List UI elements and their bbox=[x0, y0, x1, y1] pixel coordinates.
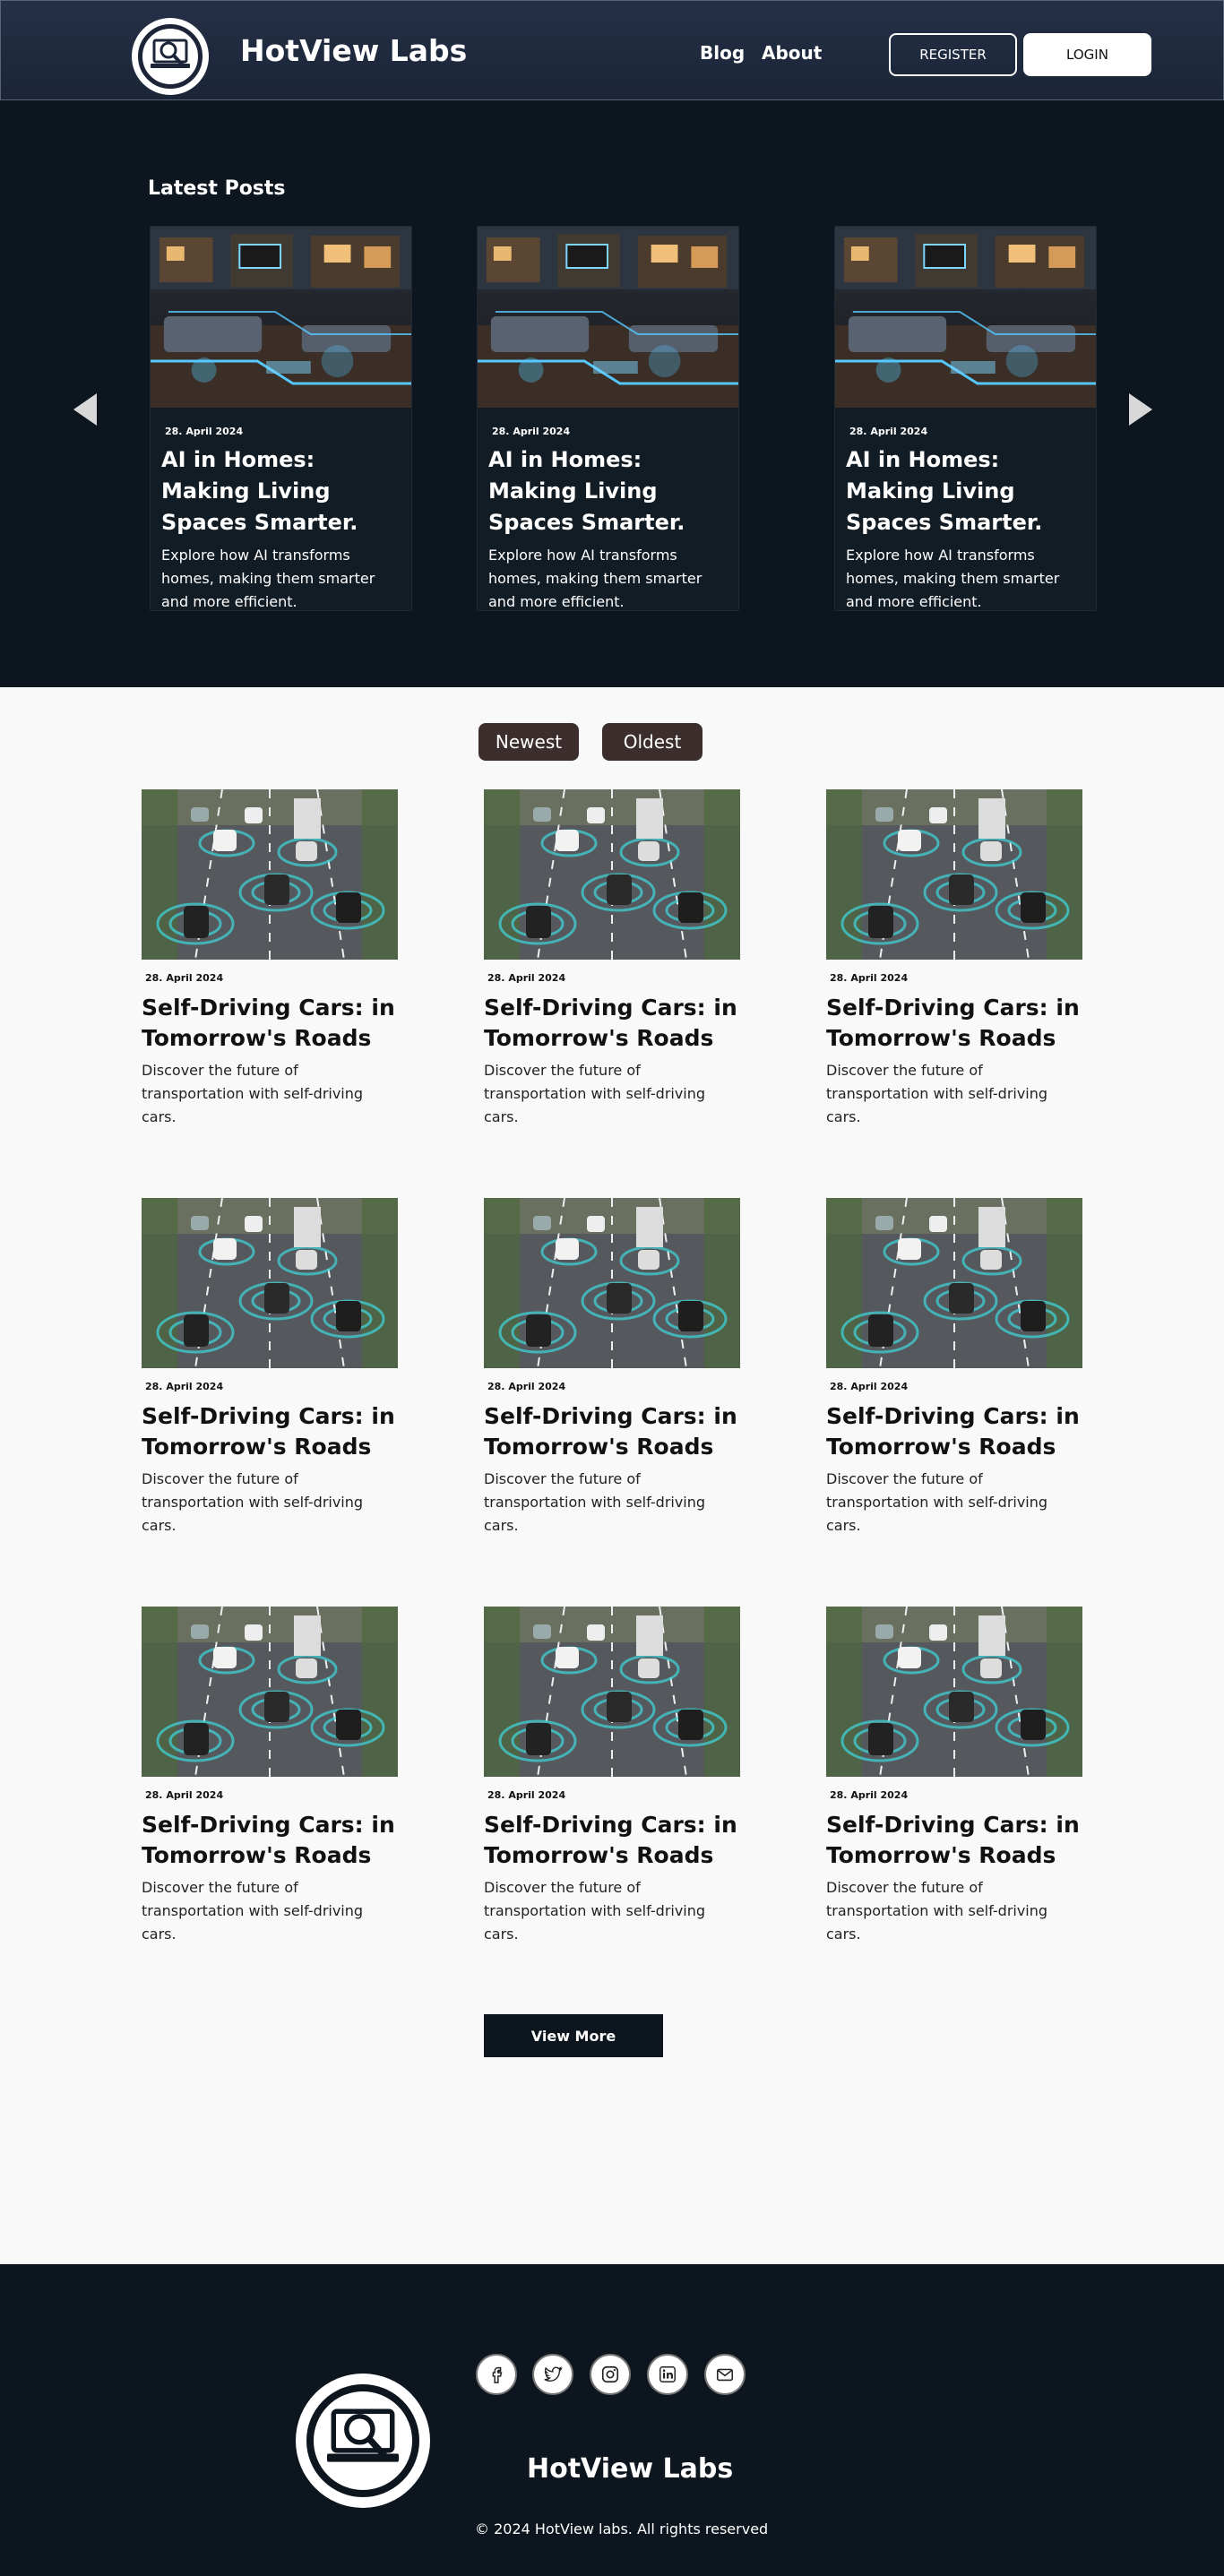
post-card[interactable]: 28. April 2024 Self-Driving Cars: in Tom… bbox=[484, 789, 740, 1129]
self-driving-cars-image bbox=[484, 1198, 740, 1368]
post-title[interactable]: Self-Driving Cars: in Tomorrow's Roads bbox=[142, 1810, 398, 1871]
self-driving-cars-image bbox=[826, 1607, 1082, 1777]
site-header: HotView Labs Blog About REGISTER LOGIN bbox=[0, 0, 1224, 100]
post-description: Discover the future of transportation wi… bbox=[484, 1062, 706, 1125]
posts-section: Newest Oldest 28. April 2024 Self-Drivin… bbox=[0, 687, 1224, 2264]
post-title[interactable]: Self-Driving Cars: in Tomorrow's Roads bbox=[484, 1401, 740, 1462]
post-title[interactable]: Self-Driving Cars: in Tomorrow's Roads bbox=[142, 1401, 398, 1462]
post-date: 28. April 2024 bbox=[830, 972, 909, 984]
post-card[interactable]: 28. April 2024 Self-Driving Cars: in Tom… bbox=[826, 1607, 1082, 1946]
post-card[interactable]: 28. April 2024 Self-Driving Cars: in Tom… bbox=[142, 1607, 398, 1946]
carousel-prev-icon[interactable] bbox=[73, 393, 97, 426]
self-driving-cars-image bbox=[142, 789, 398, 960]
oldest-button[interactable]: Oldest bbox=[602, 723, 703, 761]
post-description: Discover the future of transportation wi… bbox=[142, 1062, 364, 1125]
post-description: Explore how AI transforms homes, making … bbox=[846, 547, 1060, 610]
carousel-next-icon[interactable] bbox=[1129, 393, 1152, 426]
post-date: 28. April 2024 bbox=[145, 1381, 224, 1392]
register-button[interactable]: REGISTER bbox=[889, 33, 1017, 76]
post-description: Explore how AI transforms homes, making … bbox=[161, 547, 375, 610]
self-driving-cars-image bbox=[826, 789, 1082, 960]
post-date: 28. April 2024 bbox=[830, 1789, 909, 1801]
post-card[interactable]: 28. April 2024 Self-Driving Cars: in Tom… bbox=[484, 1607, 740, 1946]
copyright-text: © 2024 HotView labs. All rights reserved bbox=[475, 2520, 769, 2537]
twitter-icon[interactable] bbox=[532, 2354, 573, 2395]
login-button[interactable]: LOGIN bbox=[1023, 33, 1151, 76]
self-driving-cars-image bbox=[142, 1198, 398, 1368]
latest-posts-section: Latest Posts 28. April 2024 AI in Homes:… bbox=[0, 100, 1224, 687]
post-title[interactable]: AI in Homes: Making Living Spaces Smarte… bbox=[488, 444, 729, 538]
site-footer: HotView Labs © 2024 HotView labs. All ri… bbox=[0, 2264, 1224, 2576]
latest-post-card[interactable]: 28. April 2024 AI in Homes: Making Livin… bbox=[150, 226, 412, 611]
post-description: Discover the future of transportation wi… bbox=[484, 1879, 706, 1943]
brand-name: HotView Labs bbox=[240, 33, 468, 68]
post-date: 28. April 2024 bbox=[165, 426, 244, 437]
post-description: Discover the future of transportation wi… bbox=[826, 1879, 1048, 1943]
post-description: Discover the future of transportation wi… bbox=[826, 1470, 1048, 1534]
mail-icon[interactable] bbox=[704, 2354, 746, 2395]
post-description: Explore how AI transforms homes, making … bbox=[488, 547, 703, 610]
post-description: Discover the future of transportation wi… bbox=[142, 1879, 364, 1943]
post-card[interactable]: 28. April 2024 Self-Driving Cars: in Tom… bbox=[484, 1198, 740, 1538]
post-date: 28. April 2024 bbox=[492, 426, 571, 437]
latest-post-card[interactable]: 28. April 2024 AI in Homes: Making Livin… bbox=[477, 226, 739, 611]
post-title[interactable]: AI in Homes: Making Living Spaces Smarte… bbox=[846, 444, 1087, 538]
post-card[interactable]: 28. April 2024 Self-Driving Cars: in Tom… bbox=[142, 1198, 398, 1538]
post-card[interactable]: 28. April 2024 Self-Driving Cars: in Tom… bbox=[826, 1198, 1082, 1538]
section-title: Latest Posts bbox=[148, 177, 286, 200]
post-title[interactable]: Self-Driving Cars: in Tomorrow's Roads bbox=[826, 1810, 1082, 1871]
post-card[interactable]: 28. April 2024 Self-Driving Cars: in Tom… bbox=[826, 789, 1082, 1129]
nav-blog[interactable]: Blog bbox=[700, 42, 745, 64]
post-card[interactable]: 28. April 2024 Self-Driving Cars: in Tom… bbox=[142, 789, 398, 1129]
post-title[interactable]: Self-Driving Cars: in Tomorrow's Roads bbox=[484, 993, 740, 1054]
post-date: 28. April 2024 bbox=[487, 1789, 566, 1801]
post-title[interactable]: Self-Driving Cars: in Tomorrow's Roads bbox=[826, 1401, 1082, 1462]
post-title[interactable]: Self-Driving Cars: in Tomorrow's Roads bbox=[142, 993, 398, 1054]
smart-home-image bbox=[478, 227, 738, 408]
smart-home-image bbox=[835, 227, 1096, 408]
logo[interactable] bbox=[132, 18, 209, 95]
facebook-icon[interactable] bbox=[476, 2354, 517, 2395]
post-date: 28. April 2024 bbox=[849, 426, 928, 437]
post-date: 28. April 2024 bbox=[145, 1789, 224, 1801]
post-description: Discover the future of transportation wi… bbox=[484, 1470, 706, 1534]
post-title[interactable]: Self-Driving Cars: in Tomorrow's Roads bbox=[484, 1810, 740, 1871]
laptop-magnifier-icon bbox=[138, 24, 203, 89]
footer-logo bbox=[296, 2374, 430, 2508]
smart-home-image bbox=[151, 227, 411, 408]
self-driving-cars-image bbox=[484, 789, 740, 960]
self-driving-cars-image bbox=[142, 1607, 398, 1777]
laptop-magnifier-icon bbox=[306, 2384, 419, 2497]
post-date: 28. April 2024 bbox=[487, 1381, 566, 1392]
nav-about[interactable]: About bbox=[762, 42, 822, 64]
post-date: 28. April 2024 bbox=[145, 972, 224, 984]
footer-brand: HotView Labs bbox=[527, 2453, 734, 2485]
post-description: Discover the future of transportation wi… bbox=[826, 1062, 1048, 1125]
linkedin-icon[interactable] bbox=[647, 2354, 688, 2395]
self-driving-cars-image bbox=[826, 1198, 1082, 1368]
post-date: 28. April 2024 bbox=[830, 1381, 909, 1392]
view-more-button[interactable]: View More bbox=[484, 2014, 663, 2057]
newest-button[interactable]: Newest bbox=[478, 723, 579, 761]
instagram-icon[interactable] bbox=[590, 2354, 631, 2395]
latest-post-card[interactable]: 28. April 2024 AI in Homes: Making Livin… bbox=[834, 226, 1097, 611]
post-title[interactable]: Self-Driving Cars: in Tomorrow's Roads bbox=[826, 993, 1082, 1054]
post-description: Discover the future of transportation wi… bbox=[142, 1470, 364, 1534]
self-driving-cars-image bbox=[484, 1607, 740, 1777]
post-date: 28. April 2024 bbox=[487, 972, 566, 984]
post-title[interactable]: AI in Homes: Making Living Spaces Smarte… bbox=[161, 444, 402, 538]
